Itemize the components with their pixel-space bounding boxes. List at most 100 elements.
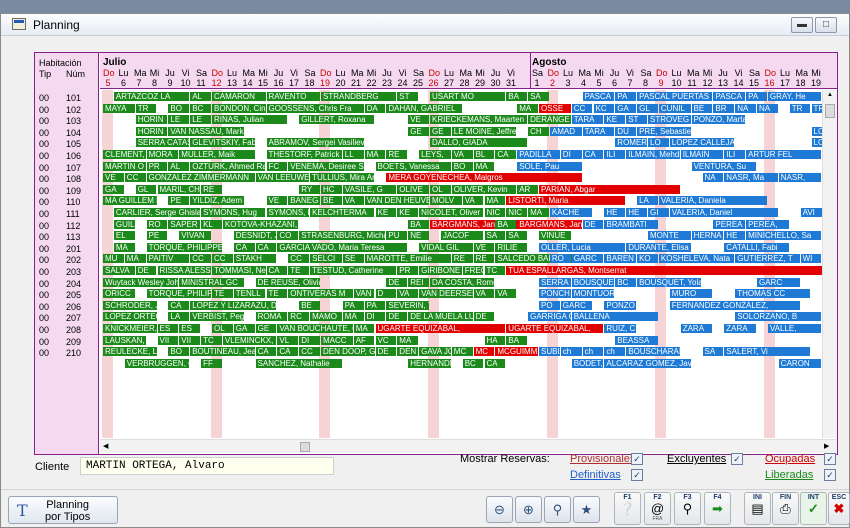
reservation-bar[interactable]: MONTUORI	[571, 289, 615, 299]
liberadas-label[interactable]: Liberadas	[765, 469, 813, 481]
reservation-bar[interactable]: CA	[495, 150, 517, 159]
room-number[interactable]: 207	[66, 313, 81, 323]
reservation-bar[interactable]: GARC	[560, 300, 593, 310]
reservation-bar[interactable]: GIRIBONE	[419, 266, 462, 275]
room-number[interactable]: 106	[66, 151, 81, 161]
reservation-bar[interactable]: PE	[168, 196, 190, 206]
room-number[interactable]: 109	[66, 186, 81, 196]
reservation-bar[interactable]: HORIN	[135, 115, 168, 125]
reservation-bar[interactable]: OZTURK, Ahmed Rashim	[190, 161, 266, 171]
room-number[interactable]: 103	[66, 116, 81, 126]
reservation-bar[interactable]: HERNA	[691, 231, 724, 241]
reservation-bar[interactable]: BAREN	[604, 254, 637, 264]
ocupadas-checkbox[interactable]: ✓	[824, 453, 836, 465]
reservation-bar[interactable]: LOPEZ Y LIZARAZU, Dany	[190, 300, 277, 310]
excluyentes-label[interactable]: Excluyentes	[667, 453, 726, 465]
reservation-bar[interactable]: SYMONS, Hug	[266, 208, 310, 217]
reservation-bar[interactable]: OL	[212, 324, 233, 333]
reservation-bar[interactable]: BEASSA	[615, 335, 658, 345]
reservation-bar[interactable]: VAN BOUCHAUTE, Guillau	[277, 324, 353, 333]
reservation-bar[interactable]: FRECK	[462, 266, 484, 275]
reservation-bar[interactable]: CA	[168, 300, 190, 310]
reservation-bar[interactable]: MARTIN O	[103, 161, 146, 171]
reservation-bar[interactable]: DI	[299, 335, 320, 345]
reservation-bar[interactable]: MULLER, Maik	[179, 150, 255, 159]
excluyentes-checkbox[interactable]: ✓	[731, 453, 743, 465]
reservation-bar[interactable]: PASCA	[713, 92, 746, 101]
reservation-bar[interactable]: MONTE	[648, 231, 691, 241]
reservation-bar[interactable]: MA	[484, 196, 506, 206]
reservation-bar[interactable]: JACOF	[440, 231, 484, 241]
reservation-bar[interactable]: CC	[190, 254, 211, 264]
reservation-bar[interactable]: TENLL	[233, 289, 266, 299]
reservation-bar[interactable]: WI	[800, 254, 822, 264]
reservation-bar[interactable]: LL	[342, 150, 364, 159]
room-number[interactable]: 203	[66, 267, 81, 277]
reservation-bar[interactable]: MERA GOYENECHEA, Malgros	[386, 173, 582, 183]
reservation-bar[interactable]: RO	[146, 219, 168, 229]
reservation-bar[interactable]: PA	[746, 92, 767, 101]
reservation-bar[interactable]: MA	[353, 324, 375, 333]
reservation-bar[interactable]: DERANGE	[528, 115, 571, 125]
reservation-bar[interactable]: VAN NASSAU, Mark	[168, 126, 244, 136]
esc-cancel-button[interactable]: ESC ✖	[828, 492, 850, 525]
reservation-bar[interactable]: TESTUD, Catherine	[310, 266, 397, 275]
reservation-bar[interactable]: HE	[724, 231, 746, 241]
reservation-bar[interactable]: VENTURA, Su	[691, 161, 756, 171]
reservation-bar[interactable]: MOLV	[430, 196, 462, 206]
reservation-bar[interactable]: PA	[615, 92, 637, 101]
reservation-bar[interactable]: CA	[277, 347, 299, 357]
reservation-bar[interactable]: HORIN	[135, 126, 168, 136]
reservation-bar[interactable]: BO	[451, 161, 473, 171]
reservation-bar[interactable]: PR	[397, 266, 419, 275]
reservation-bar[interactable]: ST	[397, 92, 419, 101]
room-number[interactable]: 102	[66, 105, 81, 115]
reservation-bar[interactable]: PEREA,	[746, 219, 789, 229]
reservation-bar[interactable]: GA	[615, 103, 637, 113]
reservation-bar[interactable]: FF	[201, 358, 222, 368]
reservation-bar[interactable]: MA	[517, 103, 538, 113]
reservation-bar[interactable]: VAN LEEUWEN	[255, 173, 310, 183]
reservation-bar[interactable]: GI	[648, 208, 669, 217]
int-accept-button[interactable]: INT ✓	[800, 492, 827, 525]
reservation-bar[interactable]: KACHE	[549, 208, 593, 217]
reservation-bar[interactable]: CH	[528, 126, 549, 136]
reservation-bar[interactable]: BO	[168, 347, 190, 357]
reservation-bar[interactable]: DAHAN, GABRIEL	[386, 103, 462, 113]
vertical-scrollbar[interactable]: ▲	[822, 90, 837, 438]
reservation-bar[interactable]: MCGUIMME	[495, 347, 538, 357]
reservation-bar[interactable]: CATALLI, Fabi	[724, 242, 789, 252]
room-number[interactable]: 206	[66, 302, 81, 312]
room-number[interactable]: 105	[66, 139, 81, 149]
reservation-bar[interactable]: DEN DOOP, GI	[321, 347, 375, 357]
reservation-bar[interactable]: REI	[408, 277, 429, 287]
reservation-bar[interactable]: TE	[212, 289, 233, 299]
reservation-bar[interactable]: TORQUE, PHILIPPE GEORGES	[146, 242, 222, 252]
reservation-bar[interactable]: BE	[691, 103, 713, 113]
reservation-bar[interactable]: KE	[397, 208, 419, 217]
room-number[interactable]: 204	[66, 279, 81, 289]
reservation-bar[interactable]: BARGMANS, Jan V	[517, 219, 582, 229]
reservation-bar[interactable]: DE	[135, 266, 157, 275]
f4-export-button[interactable]: F4 ➡	[704, 492, 731, 525]
room-number[interactable]: 110	[66, 197, 80, 207]
reservation-bar[interactable]: ABRAMOV, Sergei Vasilievich	[266, 138, 364, 148]
reservation-bar[interactable]: RE	[451, 254, 473, 264]
reservation-bar[interactable]: MACC	[321, 335, 353, 345]
reservation-bar[interactable]: ZARA	[680, 324, 713, 333]
reservation-bar[interactable]: PU	[386, 231, 408, 241]
reservation-bar[interactable]: OL	[430, 184, 451, 194]
reservation-bar[interactable]: MU	[103, 254, 124, 264]
reservation-bar[interactable]: LA	[168, 312, 190, 322]
room-number[interactable]: 111	[66, 209, 80, 219]
room-number[interactable]: 113	[66, 232, 80, 242]
reservation-bar[interactable]: BOUTINEAU, Jean Jac	[190, 347, 255, 357]
definitivas-checkbox[interactable]: ✓	[631, 469, 643, 481]
reservation-bar[interactable]: SALERT, Vi	[724, 347, 811, 357]
reservation-bar[interactable]: SANCHEZ, Nathalie	[255, 358, 342, 368]
reservation-bar[interactable]: LISTORTI, Maria	[506, 196, 626, 206]
reservation-bar[interactable]: PRE, Sebastien	[637, 126, 691, 136]
reservation-bar[interactable]: VE	[103, 173, 124, 183]
reservation-bar[interactable]: MINISTRAL GC	[179, 277, 244, 287]
ocupadas-label[interactable]: Ocupadas	[765, 453, 815, 465]
